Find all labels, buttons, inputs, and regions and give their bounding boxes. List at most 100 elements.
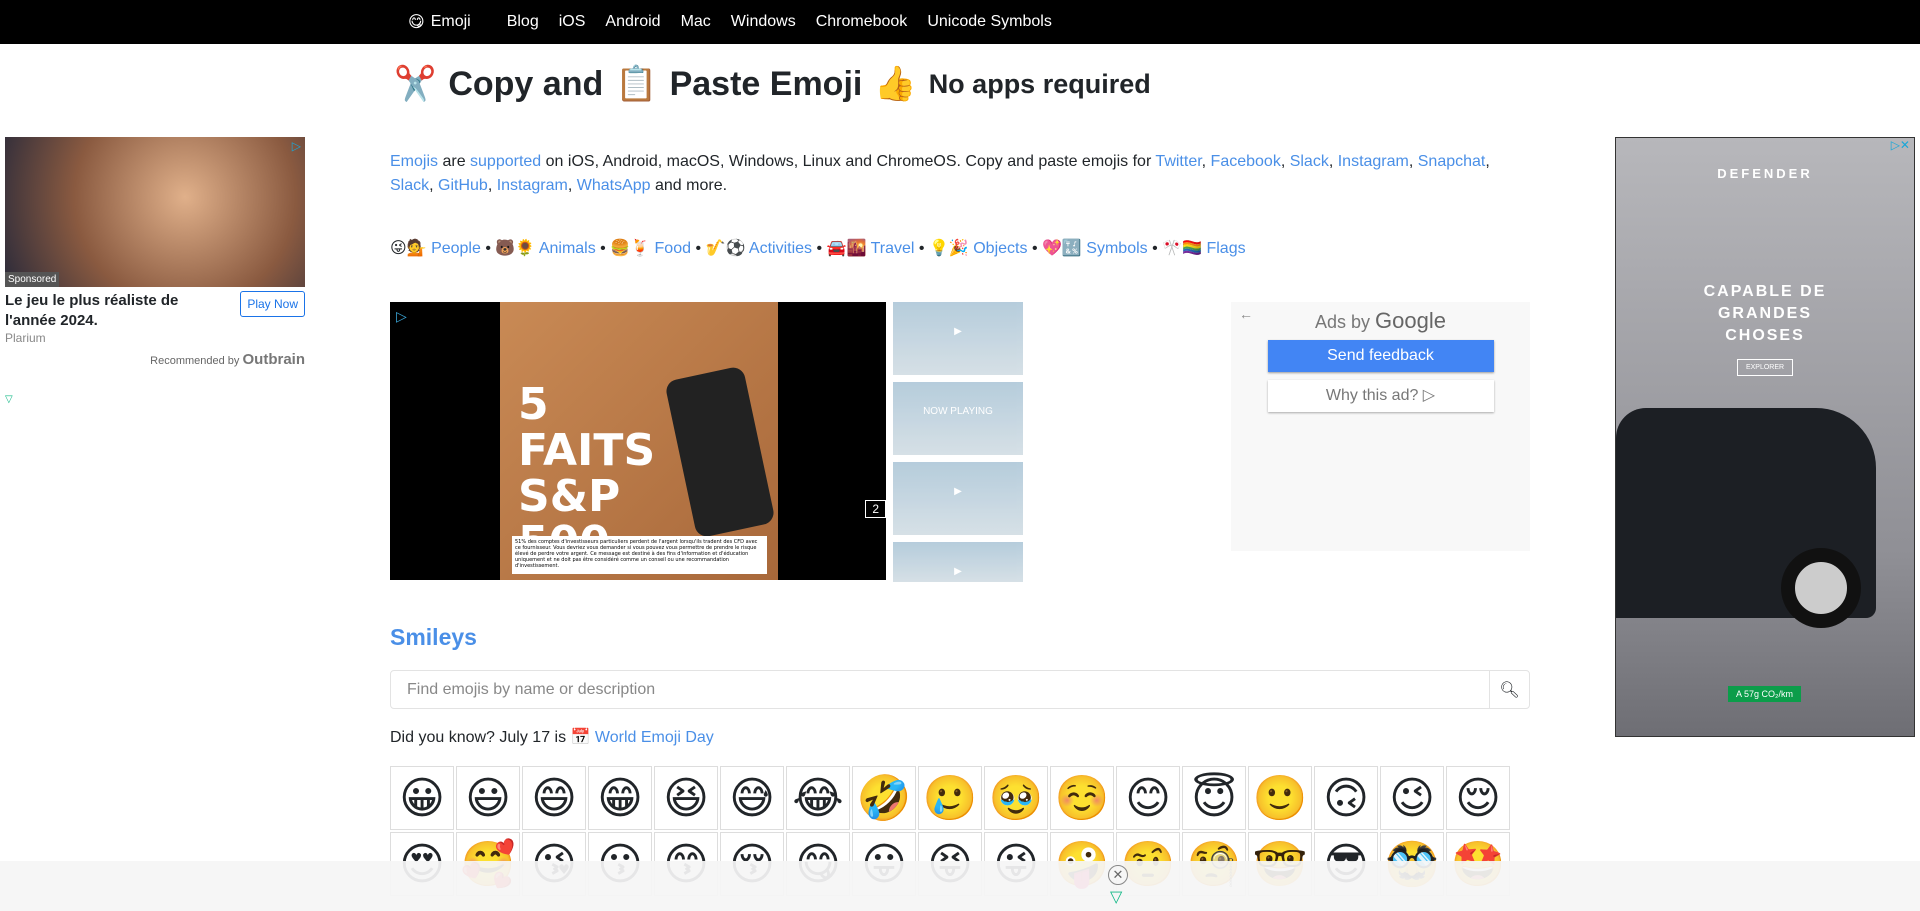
separator: • <box>695 240 702 257</box>
link-instagram-2[interactable]: Instagram <box>497 177 568 194</box>
ad-title[interactable]: Le jeu le plus réaliste de l'année 2024. <box>5 291 205 331</box>
recommended-by[interactable]: Recommended by Outbrain <box>5 351 305 368</box>
emoji-cell[interactable]: 😂 <box>786 766 850 830</box>
ad-image: Sponsored ▷ <box>5 137 305 287</box>
link-facebook[interactable]: Facebook <box>1211 153 1281 170</box>
nav-mac[interactable]: Mac <box>681 13 711 31</box>
category-flags[interactable]: Flags <box>1206 240 1245 257</box>
emoji-cell[interactable]: 😌 <box>1446 766 1510 830</box>
emoji-cell[interactable]: 🥲 <box>918 766 982 830</box>
category-activities[interactable]: Activities <box>749 240 812 257</box>
playlist-thumb-now-playing[interactable]: NOW PLAYING <box>893 382 1023 455</box>
emoji-cell[interactable]: 😃 <box>456 766 520 830</box>
video-player[interactable]: ▷ 5 FAITS S&P 500 51% des comptes d'inve… <box>390 302 886 580</box>
flyer-icon: ▽ <box>5 394 13 405</box>
send-feedback-button[interactable]: Send feedback <box>1267 340 1494 372</box>
ad-choices-icon[interactable]: ▷ <box>396 308 407 325</box>
emoji-cell[interactable]: 😆 <box>654 766 718 830</box>
outbrain-logo: Outbrain <box>242 351 306 368</box>
emoji-cell[interactable]: 🤣 <box>852 766 916 830</box>
search-input[interactable] <box>391 671 1489 708</box>
category-icons: 🍔🍹 <box>610 240 651 257</box>
link-emojis[interactable]: Emojis <box>390 153 438 170</box>
category-nav: 😜💁 People • 🐻🌻 Animals • 🍔🍹 Food • 🎷⚽ Ac… <box>390 238 1246 258</box>
link-whatsapp[interactable]: WhatsApp <box>577 177 651 194</box>
link-slack-2[interactable]: Slack <box>390 177 429 194</box>
intro-t3: and more. <box>650 177 728 194</box>
category-icons: 💖🔣 <box>1042 240 1082 257</box>
back-arrow-icon[interactable]: ← <box>1239 306 1253 322</box>
clipboard-icon: 📋 <box>615 65 658 103</box>
category-food[interactable]: Food <box>655 240 691 257</box>
playlist-thumb[interactable]: ▶ <box>893 462 1023 535</box>
category-animals[interactable]: Animals <box>539 240 596 257</box>
emoji-cell[interactable]: 😅 <box>720 766 784 830</box>
search-button[interactable]: 🔍︎ <box>1489 671 1529 708</box>
calendar-icon: 📅 <box>570 729 591 746</box>
playlist-thumb[interactable]: ▶ <box>893 542 1023 582</box>
play-now-button[interactable]: Play Now <box>240 291 305 317</box>
ad-choices-icon[interactable]: ▷✕ <box>1891 138 1910 152</box>
emoji-cell[interactable]: 🥹 <box>984 766 1048 830</box>
separator: • <box>1152 240 1158 257</box>
right-ad[interactable]: ▷✕ DEFENDER CAPABLE DE GRANDES CHOSES EX… <box>1615 137 1915 737</box>
category-objects[interactable]: Objects <box>973 240 1027 257</box>
nav-unicode-symbols[interactable]: Unicode Symbols <box>927 13 1052 31</box>
emoji-cell[interactable]: 🙃 <box>1314 766 1378 830</box>
playlist-thumb[interactable]: ▶ <box>893 302 1023 375</box>
did-you-know: Did you know? July 17 is 📅 World Emoji D… <box>390 727 714 747</box>
top-nav: 😋 Emoji Blog iOS Android Mac Windows Chro… <box>0 0 1920 44</box>
category-travel[interactable]: Travel <box>871 240 915 257</box>
ads-by-google: Ads by Google <box>1231 308 1530 334</box>
separator: • <box>600 240 606 257</box>
nav-android[interactable]: Android <box>605 13 660 31</box>
phone-image <box>664 365 776 539</box>
video-frame: 5 FAITS S&P 500 51% des comptes d'invest… <box>500 302 778 580</box>
link-instagram[interactable]: Instagram <box>1338 153 1409 170</box>
emoji-cell[interactable]: 😁 <box>588 766 652 830</box>
link-slack[interactable]: Slack <box>1290 153 1329 170</box>
search-bar: 🔍︎ <box>390 670 1530 709</box>
nav-windows[interactable]: Windows <box>731 13 796 31</box>
brand-link[interactable]: 😋 Emoji <box>408 12 471 32</box>
category-people[interactable]: People <box>431 240 481 257</box>
nav-chromebook[interactable]: Chromebook <box>816 13 908 31</box>
ad-advertiser: Plarium <box>5 331 46 345</box>
intro-t2: on iOS, Android, macOS, Windows, Linux a… <box>541 153 1156 170</box>
category-symbols[interactable]: Symbols <box>1086 240 1147 257</box>
search-icon: 🔍︎ <box>1499 681 1520 699</box>
google-logo: Google <box>1375 308 1446 333</box>
link-supported[interactable]: supported <box>470 153 541 170</box>
left-ad[interactable]: Sponsored ▷ Le jeu le plus réaliste de l'… <box>5 137 305 405</box>
emoji-cell[interactable]: ☺️ <box>1050 766 1114 830</box>
ads-by-label: Ads by <box>1315 312 1371 332</box>
intro-text: Emojis are supported on iOS, Android, ma… <box>390 153 1490 194</box>
world-emoji-day-link[interactable]: World Emoji Day <box>595 729 714 746</box>
emoji-cell[interactable]: 😄 <box>522 766 586 830</box>
brand-emoji-icon: 😋 <box>408 14 425 31</box>
ad-choices-icon[interactable]: ▷ <box>292 139 301 153</box>
title-part2: Paste Emoji <box>669 64 863 103</box>
emoji-cell[interactable]: 😇 <box>1182 766 1246 830</box>
close-icon[interactable]: ✕ <box>1108 865 1128 885</box>
nav-ios[interactable]: iOS <box>559 13 586 31</box>
link-snapchat[interactable]: Snapchat <box>1418 153 1486 170</box>
ad-headline: CAPABLE DE GRANDES CHOSES <box>1703 283 1827 344</box>
emoji-cell[interactable]: 😊 <box>1116 766 1180 830</box>
thumbs-up-icon: 👍 <box>874 65 917 103</box>
nav-blog[interactable]: Blog <box>507 13 539 31</box>
emoji-cell[interactable]: 😀 <box>390 766 454 830</box>
explorer-button[interactable]: EXPLORER <box>1737 359 1793 376</box>
emoji-cell[interactable]: 😉 <box>1380 766 1444 830</box>
why-this-ad-button[interactable]: Why this ad? ▷ <box>1267 380 1494 412</box>
ad-brand: DEFENDER <box>1717 166 1813 181</box>
category-icons: 🚘🌇 <box>826 240 867 257</box>
video-disclaimer: 51% des comptes d'investisseurs particul… <box>512 536 767 574</box>
emoji-cell[interactable]: 🙂 <box>1248 766 1312 830</box>
category-icons: 🐻🌻 <box>495 240 536 257</box>
link-github[interactable]: GitHub <box>438 177 488 194</box>
title-part1: Copy and <box>448 64 604 103</box>
category-icons: 🎌🏳️‍🌈 <box>1162 240 1203 257</box>
link-twitter[interactable]: Twitter <box>1155 153 1201 170</box>
car-wheel <box>1781 548 1861 628</box>
